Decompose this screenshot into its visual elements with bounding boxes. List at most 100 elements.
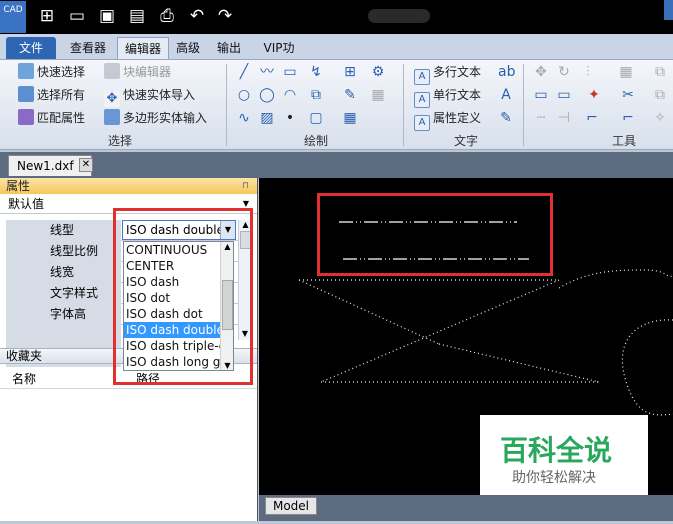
trim-icon[interactable]: ┄ <box>533 110 549 126</box>
polygon-entity-input-label: 多边形实体输入 <box>123 111 208 125</box>
prop-label-font-height: 字体高 <box>6 304 121 325</box>
block-editor-label: 块编辑器 <box>123 65 172 79</box>
dotted-curve-1 <box>558 269 673 289</box>
watermark-subtitle: 助你轻松解决 <box>512 470 596 486</box>
open-folder-icon[interactable]: ▭ <box>66 5 88 27</box>
arc-icon[interactable]: ◠ <box>282 87 298 103</box>
tab-vip[interactable]: VIP功能 <box>254 37 304 77</box>
single-text-label: 单行文本 <box>433 88 482 102</box>
highlight-frame <box>317 193 553 276</box>
pin-icon[interactable]: ⊓ <box>242 178 249 194</box>
wipeout-icon[interactable]: ▢ <box>308 110 324 126</box>
rectangle-icon[interactable]: ▭ <box>282 64 298 80</box>
measure-icon[interactable]: ✂ <box>620 87 636 103</box>
draw-group-label: 绘制 <box>303 134 328 148</box>
save-as-icon[interactable]: ▤ <box>126 5 148 27</box>
close-icon[interactable]: ✕ <box>79 158 93 172</box>
brush-icon <box>18 109 34 125</box>
document-tab-bar: New1.dxf ✕ <box>0 152 673 178</box>
block-editor-button[interactable]: 块编辑器 <box>104 62 171 82</box>
favorites-col-name[interactable]: 名称 <box>12 369 36 389</box>
ribbon: 快速选择 选择所有 匹配属性 块编辑器 ✥ 快速实体导入 多边形实体输入 选择 ╱… <box>0 60 673 150</box>
copy-icon[interactable]: ⧉ <box>308 87 324 103</box>
circle-icon[interactable]: ○ <box>236 87 252 103</box>
window-icon[interactable]: ▭ <box>533 87 549 103</box>
attribute-icon: A <box>414 115 430 131</box>
fillet-icon[interactable]: ⌐ <box>584 110 600 126</box>
quick-entity-import-button[interactable]: ✥ 快速实体导入 <box>104 85 196 107</box>
document-tab[interactable]: New1.dxf ✕ <box>8 155 93 176</box>
save-icon[interactable]: ▣ <box>96 5 118 27</box>
group-separator <box>523 64 524 146</box>
tab-advanced[interactable]: 高级 <box>172 37 204 59</box>
hatch-icon[interactable]: ▨ <box>259 110 275 126</box>
match-properties-button[interactable]: 匹配属性 <box>18 108 85 128</box>
chamfer-icon[interactable]: ⌐ <box>620 110 636 126</box>
select-all-icon <box>18 86 34 102</box>
quick-entity-import-label: 快速实体导入 <box>123 88 196 102</box>
prop-label-text-style: 文字样式 <box>6 283 121 304</box>
select-group-label: 选择 <box>107 134 132 148</box>
polyline-icon[interactable]: 〰 <box>259 64 275 80</box>
block-editor-icon <box>104 63 120 79</box>
mirror-icon[interactable]: ⫶ <box>580 64 596 80</box>
dotted-curve-2 <box>621 319 673 416</box>
polygon-entity-input-button[interactable]: 多边形实体输入 <box>104 108 207 128</box>
pencil-icon[interactable]: ✎ <box>342 87 358 103</box>
document-tab-label: New1.dxf <box>17 159 74 173</box>
tab-editor[interactable]: 编辑器 <box>117 37 169 59</box>
model-tab[interactable]: Model <box>265 497 317 515</box>
tab-viewer[interactable]: 查看器 <box>64 37 112 59</box>
spline-icon[interactable]: ∿ <box>236 110 252 126</box>
text-icon: A <box>414 92 430 108</box>
attribute-definition-label: 属性定义 <box>433 111 482 125</box>
text-pencil-icon[interactable]: ✎ <box>498 110 514 126</box>
table-icon[interactable]: ▦ <box>342 110 358 126</box>
attribute-definition-button[interactable]: A 属性定义 <box>414 108 482 131</box>
properties-header: 属性 ⊓ <box>0 178 257 194</box>
polygon-icon <box>104 109 120 125</box>
text-edit-icon[interactable]: A <box>498 87 514 103</box>
tab-output[interactable]: 输出 <box>212 37 246 59</box>
undo-icon[interactable]: ↶ <box>186 5 208 27</box>
mtext-icon: A <box>414 69 430 85</box>
rotate-icon[interactable]: ↻ <box>556 64 572 80</box>
select-all-button[interactable]: 选择所有 <box>18 85 85 105</box>
redo-icon[interactable]: ↷ <box>214 5 236 27</box>
window-icon[interactable]: ▭ <box>556 87 572 103</box>
app-logo-icon[interactable]: CAD <box>0 1 26 33</box>
array-icon[interactable]: ▦ <box>618 64 634 80</box>
quick-select-icon <box>18 63 34 79</box>
point-icon[interactable]: • <box>282 110 298 126</box>
block-icon[interactable]: ⚙ <box>370 64 386 80</box>
erase-icon[interactable]: ✧ <box>652 110 668 126</box>
favorites-title: 收藏夹 <box>6 349 43 363</box>
color-picker-icon[interactable]: ✦ <box>586 87 602 103</box>
extend-icon[interactable]: ⊣ <box>556 110 572 126</box>
new-icon[interactable]: ⊞ <box>36 5 58 27</box>
mtext-button[interactable]: A 多行文本 <box>414 62 481 85</box>
line-icon[interactable]: ╱ <box>236 64 252 80</box>
quick-select-label: 快速选择 <box>37 65 86 79</box>
title-smudge <box>368 9 430 23</box>
highlight-frame <box>113 208 253 385</box>
app-logo-label: CAD <box>3 5 23 15</box>
prop-label-linetype: 线型 <box>6 220 121 241</box>
quick-select-button[interactable]: 快速选择 <box>18 62 85 82</box>
multiline-icon[interactable]: ↯ <box>308 64 324 80</box>
tab-file[interactable]: 文件 <box>6 37 56 59</box>
single-text-button[interactable]: A 单行文本 <box>414 85 482 108</box>
layout-tab-bar: Model <box>259 495 673 521</box>
move-icon[interactable]: ✥ <box>533 64 549 80</box>
group-separator <box>403 64 404 146</box>
window-corner <box>664 0 673 20</box>
group-separator <box>226 64 227 146</box>
group-icon[interactable]: ⧉ <box>652 87 668 103</box>
explode-icon[interactable]: ⧉ <box>652 64 668 80</box>
print-icon[interactable]: ⎙ <box>156 5 178 27</box>
text-style-icon[interactable]: ab <box>498 64 515 80</box>
title-bar: CAD ⊞ ▭ ▣ ▤ ⎙ ↶ ↷ <box>0 0 673 34</box>
watermark-title: 百科全说 <box>500 434 613 467</box>
block-insert-icon[interactable]: ⊞ <box>342 64 358 80</box>
ellipse-icon[interactable]: ◯ <box>259 87 275 103</box>
